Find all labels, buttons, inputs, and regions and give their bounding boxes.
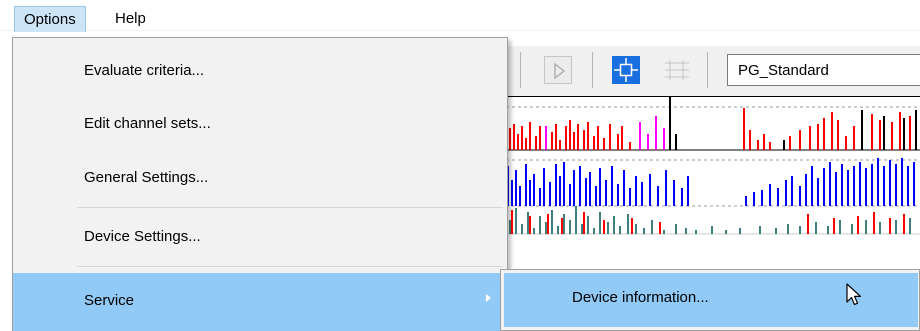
waveform-icon <box>665 60 689 80</box>
menu-item-evaluate-criteria[interactable]: Evaluate criteria... <box>13 47 507 97</box>
menu-item-service[interactable]: Service <box>13 273 507 331</box>
menu-item-label: Evaluate criteria... <box>84 62 205 79</box>
menu-item-label: General Settings... <box>84 169 209 186</box>
toolbar-separator <box>707 52 708 88</box>
menu-separator <box>77 207 503 208</box>
menu-bar: Options Help <box>0 0 920 32</box>
toolbar-separator <box>592 52 593 88</box>
menu-item-device-settings[interactable]: Device Settings... <box>13 213 507 263</box>
channel-traces <box>500 96 920 235</box>
menu-item-general-settings[interactable]: General Settings... <box>13 154 507 204</box>
mouse-pointer-icon <box>846 283 862 306</box>
profile-select[interactable]: PG_Standard <box>727 54 920 86</box>
toolbar: PG_Standard <box>500 46 920 96</box>
menu-item-edit-channel-sets[interactable]: Edit channel sets... <box>13 100 507 150</box>
target-button[interactable] <box>612 56 640 84</box>
menu-item-label: Service <box>84 292 135 309</box>
target-icon <box>614 58 638 82</box>
menu-item-label: Device Settings... <box>84 228 201 245</box>
toolbar-separator <box>520 52 521 88</box>
menu-options[interactable]: Options <box>14 6 86 32</box>
menu-item-label: Edit channel sets... <box>84 115 211 132</box>
menu-item-label: Device information... <box>572 289 709 306</box>
menu-separator <box>77 266 503 267</box>
options-menu: Evaluate criteria... Edit channel sets..… <box>12 37 508 331</box>
submenu-arrow-icon <box>486 294 491 302</box>
play-icon <box>554 62 566 80</box>
waveform-button[interactable] <box>663 56 691 84</box>
play-button[interactable] <box>544 56 572 84</box>
application-window: Options Help PG_Standard Evaluate criter… <box>0 0 920 331</box>
signal-chart <box>500 96 920 266</box>
menu-help[interactable]: Help <box>106 6 155 32</box>
